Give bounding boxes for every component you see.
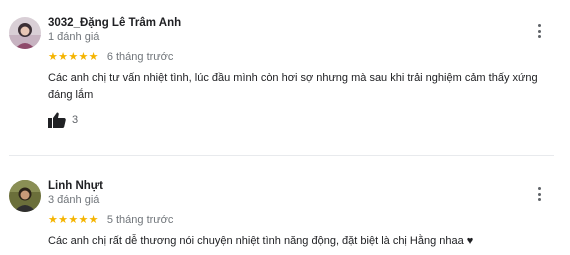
rating-row: ★★★★★ 6 tháng trước bbox=[48, 50, 174, 64]
reviewer-name[interactable]: 3032_Đặng Lê Trâm Anh bbox=[48, 17, 181, 29]
rating-row: ★★★★★ 5 tháng trước bbox=[48, 213, 174, 227]
more-vert-icon[interactable] bbox=[533, 21, 545, 41]
reviewer-name[interactable]: Linh Nhựt bbox=[48, 180, 103, 192]
like-button[interactable]: 3 bbox=[48, 112, 78, 128]
review-time: 5 tháng trước bbox=[106, 213, 174, 226]
review-count: 3 đánh giá bbox=[48, 194, 100, 206]
star-rating: ★★★★★ bbox=[48, 214, 99, 226]
star-rating: ★★★★★ bbox=[48, 51, 99, 63]
more-vert-icon[interactable] bbox=[533, 184, 545, 204]
avatar[interactable] bbox=[9, 17, 41, 49]
review-count: 1 đánh giá bbox=[48, 31, 100, 43]
avatar[interactable] bbox=[9, 180, 41, 212]
thumb-up-icon bbox=[48, 112, 66, 128]
like-count: 3 bbox=[72, 114, 79, 126]
review-text: Các anh chị tư vấn nhiệt tình, lúc đầu m… bbox=[48, 72, 538, 101]
divider bbox=[9, 155, 554, 156]
review-time: 6 tháng trước bbox=[106, 50, 174, 63]
review-text: Các anh chị rất dễ thương nói chuyện nhi… bbox=[48, 235, 474, 247]
